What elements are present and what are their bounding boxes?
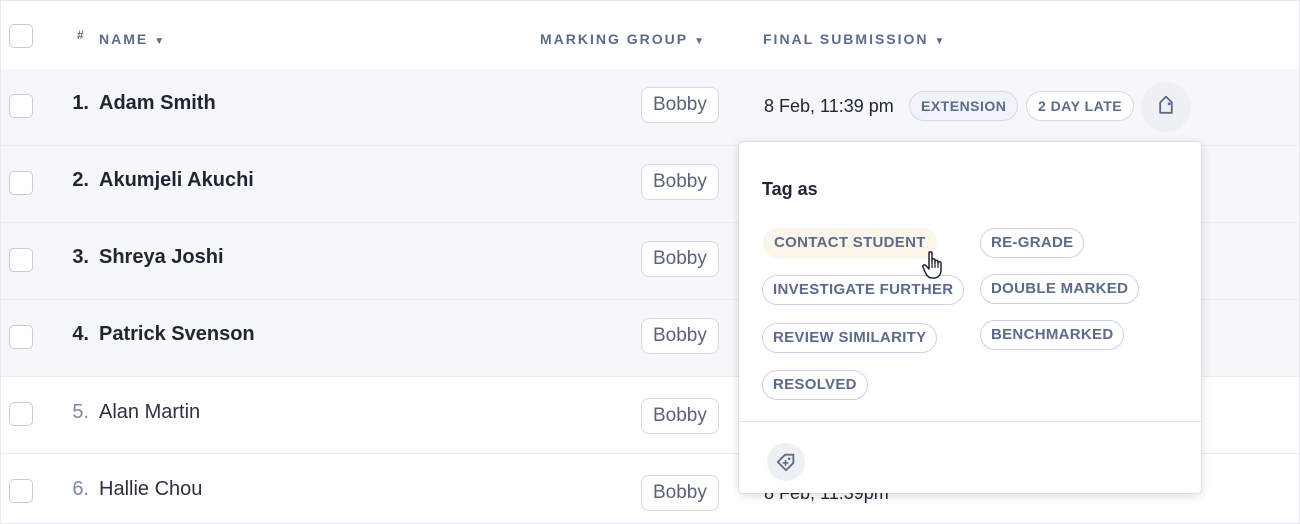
sort-down-icon: ▼: [694, 36, 705, 47]
row-number: 2.: [72, 169, 89, 191]
student-name[interactable]: Patrick Svenson: [99, 323, 255, 346]
tag-re-grade[interactable]: RE-GRADE: [980, 228, 1085, 258]
tag-plus-icon: [776, 453, 795, 472]
submission-time: 8 Feb, 11:39 pm: [764, 96, 894, 116]
select-all-checkbox[interactable]: [9, 24, 33, 48]
tag-popover: Tag as CONTACT STUDENT INVESTIGATE FURTH…: [739, 142, 1201, 493]
name-header-label: NAME: [99, 31, 149, 47]
create-tag-button[interactable]: [767, 443, 805, 481]
sort-down-icon: ▼: [154, 36, 165, 47]
marking-group-pill[interactable]: Bobby: [641, 398, 719, 434]
student-name[interactable]: Alan Martin: [99, 401, 200, 424]
row-number: 4.: [72, 323, 89, 345]
student-name[interactable]: Shreya Joshi: [99, 246, 224, 269]
tag-resolved[interactable]: RESOLVED: [762, 370, 868, 400]
row-number: 3.: [72, 246, 89, 268]
popover-title: Tag as: [762, 179, 818, 199]
final-submission-header-label: FINAL SUBMISSION: [763, 31, 929, 47]
tag-review-similarity[interactable]: REVIEW SIMILARITY: [762, 323, 938, 353]
marking-group-pill[interactable]: Bobby: [641, 87, 719, 123]
marking-group-pill[interactable]: Bobby: [641, 318, 719, 354]
tag-button[interactable]: [1141, 82, 1191, 132]
name-column-header[interactable]: NAME ▼: [99, 31, 164, 47]
marking-group-pill[interactable]: Bobby: [641, 241, 719, 277]
table-header: # NAME ▼ MARKING GROUP ▼ FINAL SUBMISSION ▼: [1, 1, 1299, 69]
tag-double-marked[interactable]: DOUBLE MARKED: [980, 274, 1140, 304]
late-badge: 2 DAY LATE: [1026, 91, 1135, 121]
submissions-table: # NAME ▼ MARKING GROUP ▼ FINAL SUBMISSION ▼…: [0, 0, 1300, 524]
tag-icon: [1159, 96, 1173, 114]
extension-badge: EXTENSION: [909, 91, 1019, 121]
row-number: 6.: [72, 478, 89, 500]
table-row[interactable]: 1. Adam Smith Bobby 8 Feb, 11:39 pm EXTE…: [1, 69, 1299, 146]
marking-group-pill[interactable]: Bobby: [641, 475, 719, 511]
sort-down-icon: ▼: [934, 36, 945, 47]
student-name[interactable]: Akumjeli Akuchi: [99, 169, 254, 192]
student-name[interactable]: Adam Smith: [99, 92, 216, 115]
popover-divider: [739, 421, 1201, 422]
tag-contact-student[interactable]: CONTACT STUDENT: [763, 228, 937, 258]
marking-group-pill[interactable]: Bobby: [641, 164, 719, 200]
student-name[interactable]: Hallie Chou: [99, 478, 202, 501]
row-number: 5.: [72, 401, 89, 423]
marking-group-header-label: MARKING GROUP: [540, 31, 689, 47]
tag-benchmarked[interactable]: BENCHMARKED: [980, 320, 1125, 350]
final-submission-column-header[interactable]: FINAL SUBMISSION ▼: [763, 31, 944, 47]
number-column-header: #: [77, 28, 84, 42]
marking-group-column-header[interactable]: MARKING GROUP ▼: [540, 31, 704, 47]
row-number: 1.: [72, 92, 89, 114]
hand-pointer-icon: [922, 251, 942, 279]
